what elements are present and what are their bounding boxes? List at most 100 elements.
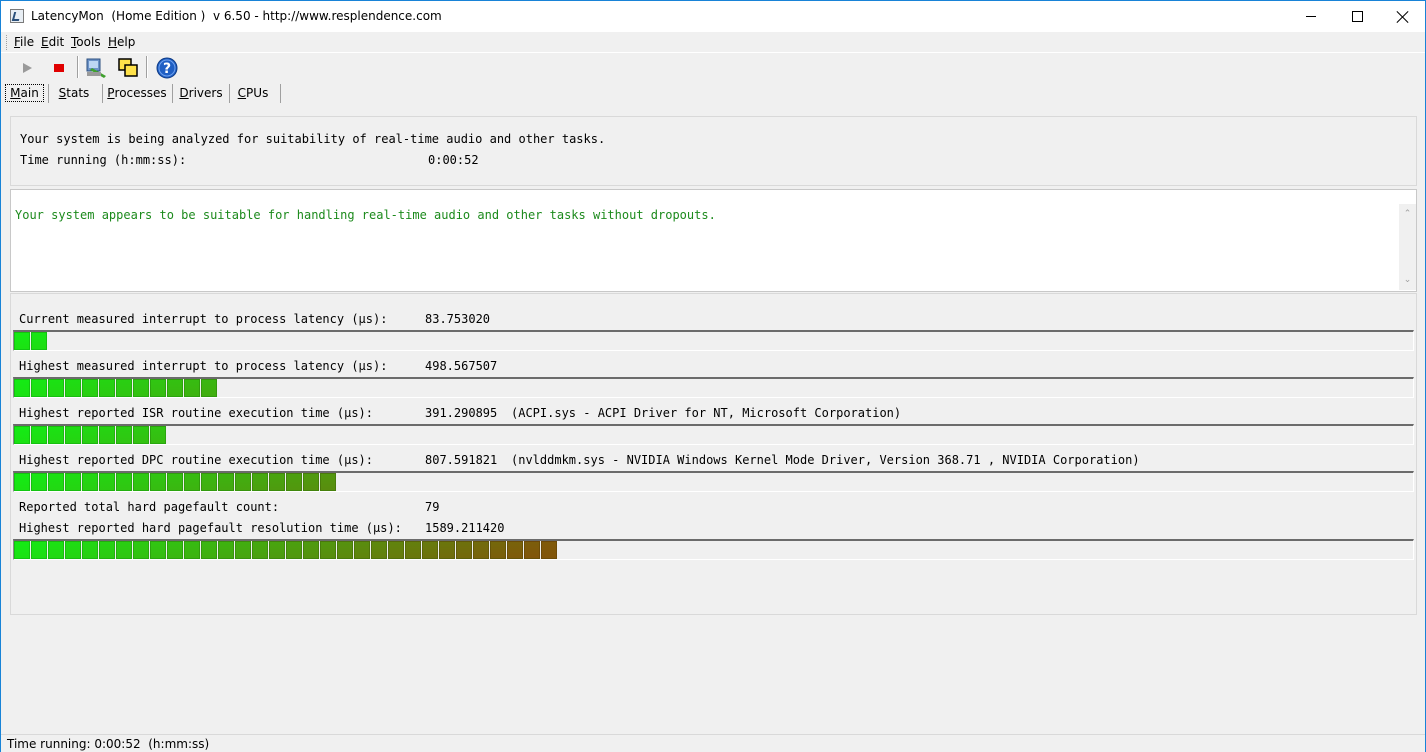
metric-value: 391.290895 — [425, 406, 498, 420]
bar-segment — [14, 473, 30, 491]
window-button[interactable] — [115, 55, 141, 80]
maximize-button[interactable] — [1334, 1, 1380, 32]
bar-segment — [65, 426, 81, 444]
tab-stats[interactable]: Stats — [54, 84, 94, 102]
bar-segment — [184, 379, 200, 397]
bar-segment — [541, 541, 557, 559]
bar-segment — [269, 473, 285, 491]
play-icon — [23, 62, 32, 73]
tab-separator — [172, 84, 173, 103]
close-button[interactable] — [1380, 1, 1426, 32]
bar-segment — [184, 473, 200, 491]
tab-main[interactable]: Main — [5, 84, 44, 102]
time-running-value: 0:00:52 — [428, 153, 479, 167]
bar-segment — [133, 426, 149, 444]
bar-segment — [354, 541, 370, 559]
bar-segment — [201, 379, 217, 397]
bar-segment — [99, 541, 115, 559]
bar-segment — [524, 541, 540, 559]
window-icon — [118, 57, 138, 77]
scroll-down-icon[interactable]: ⌄ — [1403, 276, 1412, 285]
bar-segment — [14, 541, 30, 559]
bar-segment — [439, 541, 455, 559]
bar-segment — [116, 541, 132, 559]
scroll-up-icon[interactable]: ⌃ — [1403, 210, 1412, 219]
tab-processes[interactable]: Processes — [107, 84, 167, 102]
menu-bar: File Edit Tools Help — [1, 32, 1425, 53]
bar-segment — [167, 473, 183, 491]
bar-segment — [490, 541, 506, 559]
bar-segment — [150, 473, 166, 491]
bar-segment — [371, 541, 387, 559]
bar-segment — [133, 541, 149, 559]
bar-segment — [286, 473, 302, 491]
bar-segment — [473, 541, 489, 559]
bar-segment — [269, 541, 285, 559]
bar-segment — [48, 379, 64, 397]
bar-segment — [48, 426, 64, 444]
toolbar: ? — [1, 53, 1425, 81]
bar-segment — [167, 379, 183, 397]
bar-segment — [201, 541, 217, 559]
tab-separator — [102, 84, 103, 103]
stop-icon — [54, 63, 64, 72]
app-window: LatencyMon (Home Edition ) v 6.50 - http… — [0, 0, 1426, 752]
bar-segment — [422, 541, 438, 559]
verdict-panel[interactable]: Your system appears to be suitable for h… — [10, 189, 1417, 292]
minimize-button[interactable] — [1288, 1, 1334, 32]
latency-bar — [13, 330, 1414, 351]
verdict-text: Your system appears to be suitable for h… — [15, 208, 716, 222]
metric-label: Highest measured interrupt to process la… — [19, 359, 388, 373]
bar-segment — [133, 379, 149, 397]
settings-button[interactable] — [83, 55, 109, 80]
menu-help[interactable]: Help — [108, 35, 135, 49]
stop-button[interactable] — [46, 55, 72, 80]
bar-segment — [405, 541, 421, 559]
latency-bar — [13, 424, 1414, 445]
time-running-label: Time running (h:mm:ss): — [20, 153, 187, 167]
pagefault-count-label: Reported total hard pagefault count: — [19, 500, 280, 514]
bar-segment — [235, 473, 251, 491]
bar-segment — [116, 426, 132, 444]
title-bar[interactable]: LatencyMon (Home Edition ) v 6.50 - http… — [1, 1, 1425, 32]
metric-label: Highest reported DPC routine execution t… — [19, 453, 374, 467]
tab-cpus[interactable]: C PUs — [235, 84, 271, 102]
latency-bar-fill — [14, 426, 167, 444]
bar-segment — [82, 379, 98, 397]
tab-separator — [229, 84, 230, 103]
bar-segment — [14, 332, 30, 350]
bar-segment — [99, 426, 115, 444]
metric-value: 83.753020 — [425, 312, 491, 326]
bar-segment — [48, 473, 64, 491]
bar-segment — [150, 426, 166, 444]
tab-separator — [280, 84, 281, 103]
bar-segment — [320, 473, 336, 491]
menu-edit[interactable]: Edit — [41, 35, 64, 49]
help-button[interactable]: ? — [154, 55, 180, 80]
bar-segment — [65, 541, 81, 559]
latency-bar-fill — [14, 473, 337, 491]
analysis-status-text: Your system is being analyzed for suitab… — [20, 132, 606, 146]
tab-drivers[interactable]: Drivers — [178, 84, 224, 102]
bar-segment — [456, 541, 472, 559]
bar-segment — [31, 541, 47, 559]
bar-segment — [31, 332, 47, 350]
svg-text:?: ? — [163, 61, 171, 77]
bar-segment — [252, 473, 268, 491]
verdict-scrollbar[interactable]: ⌃ ⌄ — [1399, 204, 1416, 290]
metric-label: Highest reported ISR routine execution t… — [19, 406, 374, 420]
maximize-icon — [1351, 11, 1363, 22]
start-button[interactable] — [14, 55, 40, 80]
help-icon: ? — [156, 57, 178, 78]
bar-segment — [167, 541, 183, 559]
bar-segment — [65, 473, 81, 491]
menu-tools[interactable]: Tools — [71, 35, 101, 49]
bar-segment — [320, 541, 336, 559]
window-title: LatencyMon (Home Edition ) v 6.50 - http… — [31, 9, 442, 23]
bar-segment — [201, 473, 217, 491]
bar-segment — [31, 426, 47, 444]
menu-file[interactable]: File — [14, 35, 34, 49]
latency-bar-fill — [14, 379, 218, 397]
latency-bar-fill — [14, 332, 48, 350]
bar-segment — [303, 541, 319, 559]
